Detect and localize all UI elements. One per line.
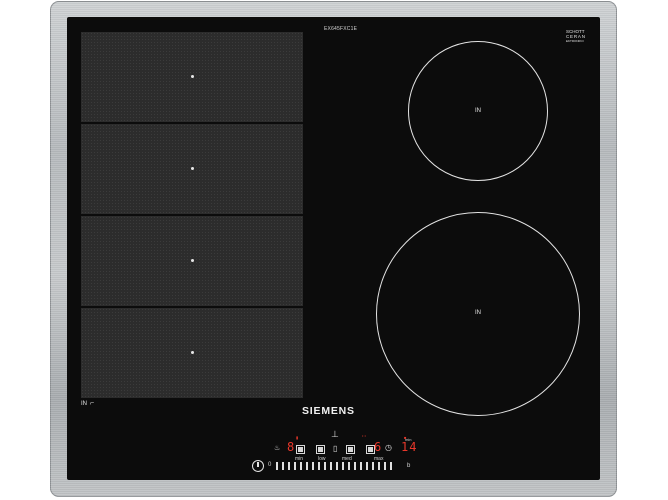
- slider-label-max: max: [374, 456, 384, 462]
- flex-cooking-zone-1[interactable]: [81, 32, 303, 122]
- model-code: EX645FXC1E: [324, 26, 358, 32]
- slider-zero-label: 0: [268, 462, 272, 468]
- move-function-icon[interactable]: [316, 445, 325, 454]
- schott-ceran-logo: SCHOTT CERAN EKTRONIKO: [566, 29, 586, 43]
- zone-center-marker: [191, 259, 194, 262]
- round-zone-top-label: IN: [475, 108, 481, 114]
- flex-cooking-zone-2[interactable]: [81, 124, 303, 214]
- flex-zone-caption: IN: [81, 401, 87, 407]
- siemens-logo: SIEMENS: [302, 405, 355, 417]
- zone-display-mid: 6: [374, 440, 383, 454]
- slider-label-min: min: [295, 456, 304, 462]
- zone-center-marker: [191, 351, 194, 354]
- frying-sensor-icon[interactable]: [346, 445, 355, 454]
- flex-cooking-zone-4[interactable]: [81, 308, 303, 398]
- slider-end-label: b: [407, 463, 411, 469]
- zone-display-left: 8: [287, 440, 296, 454]
- pan-symbol-icon: ⌐: [90, 400, 95, 407]
- power-boost-icon[interactable]: ▯: [333, 445, 337, 453]
- timer-icon[interactable]: ◷: [385, 444, 392, 452]
- round-zone-bottom-label: IN: [475, 310, 481, 316]
- zone-center-marker: [191, 167, 194, 170]
- pan-boost-icon[interactable]: ♨: [274, 445, 280, 453]
- slider-label-med: med: [342, 456, 352, 462]
- select-zone-icon[interactable]: [296, 445, 305, 454]
- timer-display: 14: [401, 440, 418, 454]
- timer-unit-label: min: [405, 437, 412, 442]
- indicator-dot-icon: ▮: [296, 435, 299, 440]
- slider-label-low: low: [318, 456, 326, 462]
- power-level-slider[interactable]: [276, 461, 392, 471]
- indicator-dot-icon: • •: [362, 433, 366, 438]
- power-button-icon[interactable]: [252, 460, 264, 472]
- zone-center-marker: [191, 75, 194, 78]
- flex-cooking-zone-3[interactable]: [81, 216, 303, 306]
- pan-detect-icon[interactable]: ⊥: [331, 430, 339, 439]
